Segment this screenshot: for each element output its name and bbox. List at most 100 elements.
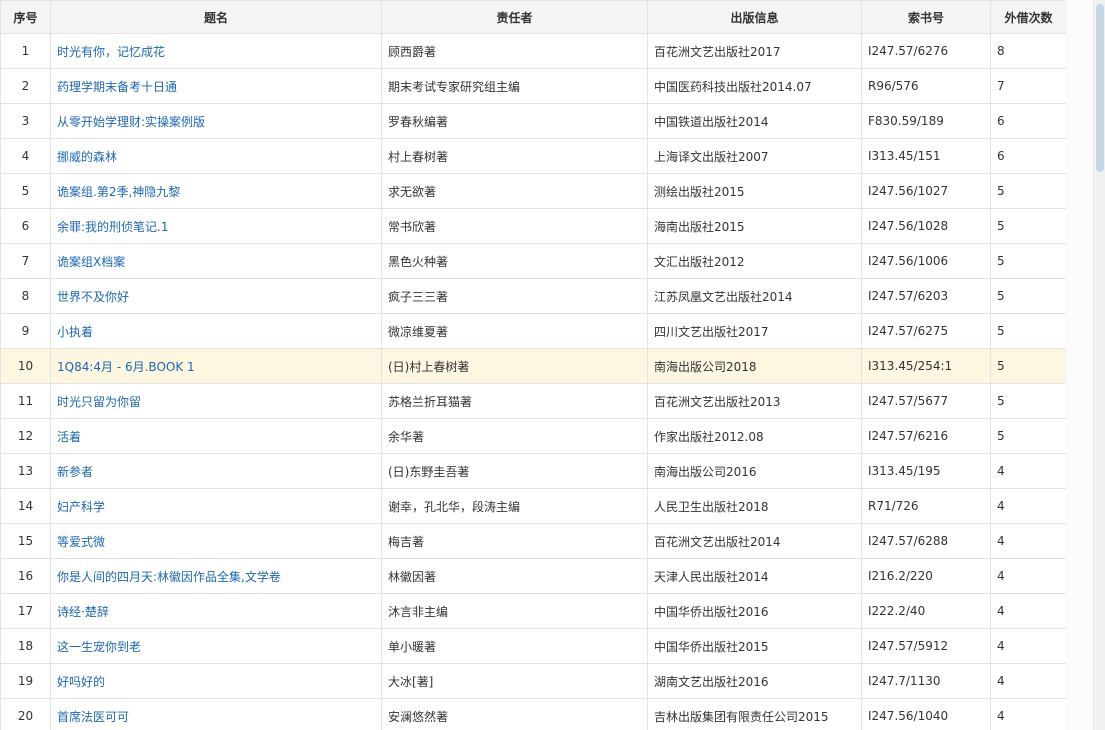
book-title-link[interactable]: 时光只留为你留 xyxy=(50,383,382,419)
row-loan-count: 8 xyxy=(990,33,1066,69)
row-call-number: I247.56/1006 xyxy=(861,243,991,279)
row-seq: 14 xyxy=(0,488,51,524)
row-publication: 百花洲文艺出版社2014 xyxy=(647,523,862,559)
book-title-link[interactable]: 1Q84:4月 - 6月.BOOK 1 xyxy=(50,348,382,384)
row-seq: 11 xyxy=(0,383,51,419)
book-title-link[interactable]: 从零开始学理财:实操案例版 xyxy=(50,103,382,139)
book-title-link[interactable]: 诗经·楚辞 xyxy=(50,593,382,629)
table-row[interactable]: 5 诡案组.第2季,神隐九黎 求无欲著 测绘出版社2015 I247.56/1027 5 xyxy=(0,173,1066,209)
book-title-link[interactable]: 诡案组X档案 xyxy=(50,243,382,279)
vertical-scrollbar[interactable] xyxy=(1093,0,1105,730)
table-row[interactable]: 18 这一生宠你到老 单小暖著 中国华侨出版社2015 I247.57/5912 4 xyxy=(0,628,1066,664)
row-loan-count: 5 xyxy=(990,313,1066,349)
row-loan-count: 5 xyxy=(990,173,1066,209)
book-title-link[interactable]: 新参者 xyxy=(50,453,382,489)
row-seq: 12 xyxy=(0,418,51,454)
book-title-link[interactable]: 药理学期末备考十日通 xyxy=(50,68,382,104)
table-row[interactable]: 11 时光只留为你留 苏格兰折耳猫著 百花洲文艺出版社2013 I247.57/5677… xyxy=(0,383,1066,419)
table-row[interactable]: 6 余罪:我的刑侦笔记.1 常书欣著 海南出版社2015 I247.56/1028 5 xyxy=(0,208,1066,244)
row-publication: 南海出版公司2018 xyxy=(647,348,862,384)
table-row[interactable]: 12 活着 余华著 作家出版社2012.08 I247.57/6216 5 xyxy=(0,418,1066,454)
book-title-link[interactable]: 余罪:我的刑侦笔记.1 xyxy=(50,208,382,244)
row-author: 顾西爵著 xyxy=(381,33,648,69)
row-author: 求无欲著 xyxy=(381,173,648,209)
table-row[interactable]: 19 好吗好的 大冰[著] 湖南文艺出版社2016 I247.7/1130 4 xyxy=(0,663,1066,699)
row-author: 沐言非主编 xyxy=(381,593,648,629)
row-seq: 16 xyxy=(0,558,51,594)
row-call-number: I247.57/6276 xyxy=(861,33,991,69)
table-row[interactable]: 20 首席法医可可 安澜悠然著 吉林出版集团有限责任公司2015 I247.56/104… xyxy=(0,698,1066,730)
book-title-link[interactable]: 活着 xyxy=(50,418,382,454)
row-loan-count: 4 xyxy=(990,663,1066,699)
row-publication: 中国华侨出版社2015 xyxy=(647,628,862,664)
row-loan-count: 4 xyxy=(990,523,1066,559)
row-publication: 南海出版公司2016 xyxy=(647,453,862,489)
row-author: 梅吉著 xyxy=(381,523,648,559)
row-call-number: R96/576 xyxy=(861,68,991,104)
book-title-link[interactable]: 诡案组.第2季,神隐九黎 xyxy=(50,173,382,209)
row-author: 单小暖著 xyxy=(381,628,648,664)
book-title-link[interactable]: 世界不及你好 xyxy=(50,278,382,314)
table-row[interactable]: 17 诗经·楚辞 沐言非主编 中国华侨出版社2016 I222.2/40 4 xyxy=(0,593,1066,629)
row-loan-count: 6 xyxy=(990,103,1066,139)
table-row[interactable]: 10 1Q84:4月 - 6月.BOOK 1 (日)村上春树著 南海出版公司2018 I… xyxy=(0,348,1066,384)
row-seq: 13 xyxy=(0,453,51,489)
book-title-link[interactable]: 你是人间的四月天:林徽因作品全集,文学卷 xyxy=(50,558,382,594)
table-row[interactable]: 9 小执着 微凉维夏著 四川文艺出版社2017 I247.57/6275 5 xyxy=(0,313,1066,349)
book-title-link[interactable]: 等爱式微 xyxy=(50,523,382,559)
row-publication: 四川文艺出版社2017 xyxy=(647,313,862,349)
row-loan-count: 5 xyxy=(990,243,1066,279)
scrollbar-thumb[interactable] xyxy=(1096,4,1104,172)
book-title-link[interactable]: 挪威的森林 xyxy=(50,138,382,174)
row-publication: 中国华侨出版社2016 xyxy=(647,593,862,629)
row-publication: 湖南文艺出版社2016 xyxy=(647,663,862,699)
row-loan-count: 7 xyxy=(990,68,1066,104)
row-loan-count: 4 xyxy=(990,488,1066,524)
column-header-seq[interactable]: 序号 xyxy=(0,0,51,34)
book-title-link[interactable]: 妇产科学 xyxy=(50,488,382,524)
row-author: 黑色火种著 xyxy=(381,243,648,279)
table-row[interactable]: 4 挪威的森林 村上春树著 上海译文出版社2007 I313.45/151 6 xyxy=(0,138,1066,174)
table-row[interactable]: 8 世界不及你好 疯子三三著 江苏凤凰文艺出版社2014 I247.57/6203 5 xyxy=(0,278,1066,314)
row-call-number: I247.56/1027 xyxy=(861,173,991,209)
row-call-number: I247.56/1028 xyxy=(861,208,991,244)
row-author: 谢幸，孔北华，段涛主编 xyxy=(381,488,648,524)
row-loan-count: 4 xyxy=(990,628,1066,664)
column-header-publication[interactable]: 出版信息 xyxy=(647,0,862,34)
row-publication: 天津人民出版社2014 xyxy=(647,558,862,594)
book-title-link[interactable]: 这一生宠你到老 xyxy=(50,628,382,664)
book-title-link[interactable]: 时光有你，记忆成花 xyxy=(50,33,382,69)
row-seq: 17 xyxy=(0,593,51,629)
table-row[interactable]: 14 妇产科学 谢幸，孔北华，段涛主编 人民卫生出版社2018 R71/726 4 xyxy=(0,488,1066,524)
row-loan-count: 4 xyxy=(990,698,1066,730)
row-publication: 中国铁道出版社2014 xyxy=(647,103,862,139)
column-header-loan-count[interactable]: 外借次数 xyxy=(990,0,1066,34)
table-row[interactable]: 15 等爱式微 梅吉著 百花洲文艺出版社2014 I247.57/6288 4 xyxy=(0,523,1066,559)
row-loan-count: 4 xyxy=(990,593,1066,629)
row-call-number: I222.2/40 xyxy=(861,593,991,629)
row-call-number: I247.57/6275 xyxy=(861,313,991,349)
book-title-link[interactable]: 首席法医可可 xyxy=(50,698,382,730)
row-call-number: I247.57/5677 xyxy=(861,383,991,419)
row-publication: 上海译文出版社2007 xyxy=(647,138,862,174)
row-seq: 1 xyxy=(0,33,51,69)
table-row[interactable]: 16 你是人间的四月天:林徽因作品全集,文学卷 林徽因著 天津人民出版社2014 I21… xyxy=(0,558,1066,594)
column-header-author[interactable]: 责任者 xyxy=(381,0,648,34)
book-title-link[interactable]: 小执着 xyxy=(50,313,382,349)
column-header-title[interactable]: 题名 xyxy=(50,0,382,34)
table-row[interactable]: 1 时光有你，记忆成花 顾西爵著 百花洲文艺出版社2017 I247.57/6276 8 xyxy=(0,33,1066,69)
row-seq: 6 xyxy=(0,208,51,244)
row-seq: 15 xyxy=(0,523,51,559)
ranking-table-container: 序号 题名 责任者 出版信息 索书号 外借次数 1 时光有你，记忆成花 顾西爵著 百花… xyxy=(0,0,1066,730)
row-author: 苏格兰折耳猫著 xyxy=(381,383,648,419)
book-title-link[interactable]: 好吗好的 xyxy=(50,663,382,699)
column-header-call-number[interactable]: 索书号 xyxy=(861,0,991,34)
row-author: 疯子三三著 xyxy=(381,278,648,314)
table-row[interactable]: 13 新参者 (日)东野圭吾著 南海出版公司2016 I313.45/195 4 xyxy=(0,453,1066,489)
row-seq: 19 xyxy=(0,663,51,699)
table-row[interactable]: 3 从零开始学理财:实操案例版 罗春秋编著 中国铁道出版社2014 F830.59/18… xyxy=(0,103,1066,139)
ranking-table: 序号 题名 责任者 出版信息 索书号 外借次数 1 时光有你，记忆成花 顾西爵著 百花… xyxy=(0,0,1066,730)
table-row[interactable]: 2 药理学期末备考十日通 期末考试专家研究组主编 中国医药科技出版社2014.07 R9… xyxy=(0,68,1066,104)
table-row[interactable]: 7 诡案组X档案 黑色火种著 文汇出版社2012 I247.56/1006 5 xyxy=(0,243,1066,279)
row-seq: 9 xyxy=(0,313,51,349)
